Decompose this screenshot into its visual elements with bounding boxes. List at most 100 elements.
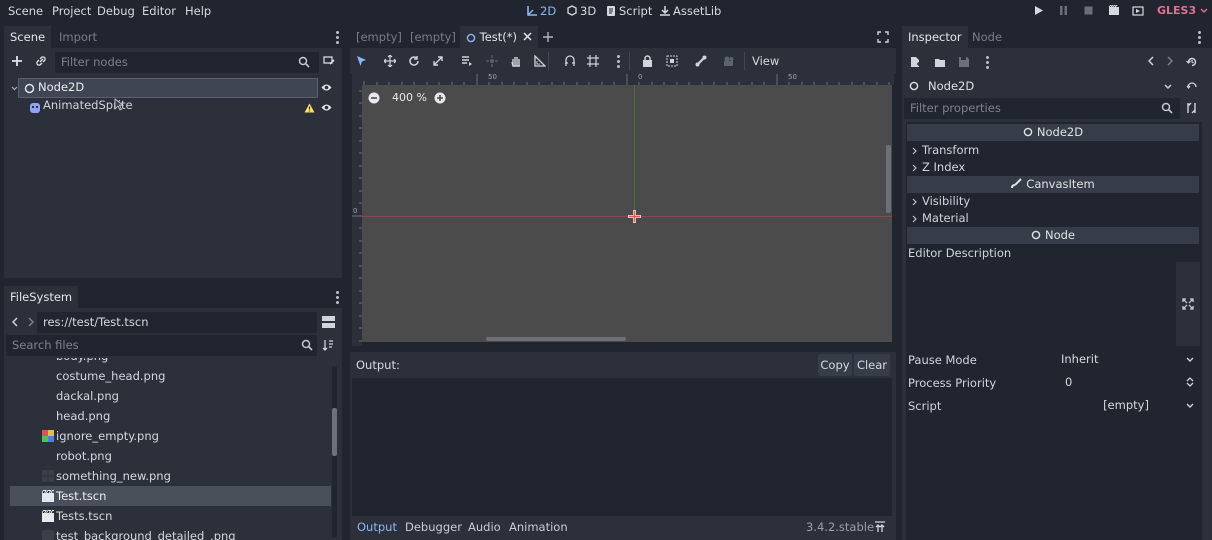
chevron-right-icon[interactable] <box>27 317 34 327</box>
file-row-something-new[interactable]: something_new.png <box>10 466 331 486</box>
move-tool-icon[interactable] <box>384 55 396 67</box>
node2d-origin-cross-icon[interactable] <box>628 210 641 223</box>
zoom-level[interactable]: 400 % <box>392 91 427 104</box>
group-material[interactable]: Material <box>908 211 1198 227</box>
link-icon[interactable] <box>35 55 47 67</box>
clear-button[interactable]: Clear <box>854 354 890 376</box>
chevron-down-icon[interactable] <box>11 86 18 91</box>
smart-snap-icon[interactable] <box>564 55 576 67</box>
select-tool-icon[interactable] <box>356 55 367 67</box>
search-files-input[interactable]: Search files <box>6 335 317 356</box>
visibility-eye-icon[interactable] <box>321 103 332 112</box>
file-row-tests-tscn[interactable]: Tests.tscn <box>10 506 331 526</box>
expand-icon[interactable] <box>1182 298 1194 310</box>
zoom-out-icon[interactable] <box>368 92 380 104</box>
group-visibility[interactable]: Visibility <box>908 194 1198 210</box>
group-zindex[interactable]: Z Index <box>908 160 1198 176</box>
lock-icon[interactable] <box>642 55 653 67</box>
bottom-tab-output[interactable]: Output <box>357 520 397 534</box>
mode-assetlib-button[interactable]: AssetLib <box>659 4 721 18</box>
camera-override-icon[interactable] <box>723 55 735 67</box>
scale-tool-icon[interactable] <box>432 55 444 67</box>
property-tools-icon[interactable] <box>1186 102 1198 114</box>
skeleton-icon[interactable] <box>695 55 707 67</box>
play-icon[interactable] <box>1033 5 1044 16</box>
split-view-icon[interactable] <box>322 316 335 328</box>
mode-3d-button[interactable]: 3D <box>566 4 596 18</box>
file-row-robot[interactable]: robot.png <box>10 446 331 466</box>
file-row-ignore-empty[interactable]: ignore_empty.png <box>10 426 331 446</box>
stepper-arrows-icon[interactable] <box>1186 376 1194 388</box>
file-row-costume-head[interactable]: costume_head.png <box>10 366 331 386</box>
new-resource-icon[interactable] <box>909 56 921 68</box>
scene-tab-empty-2[interactable]: [empty] <box>404 26 462 48</box>
section-node2d[interactable]: Node2D <box>907 124 1199 141</box>
rotate-tool-icon[interactable] <box>408 55 420 67</box>
tree-row-node2d[interactable]: Node2D <box>11 78 318 98</box>
bottom-tab-debugger[interactable]: Debugger <box>405 520 462 534</box>
filesystem-menu-icon[interactable] <box>336 291 339 306</box>
zoom-in-icon[interactable] <box>434 92 446 104</box>
pause-icon[interactable] <box>1058 5 1069 16</box>
mode-2d-button[interactable]: 2D <box>526 4 556 18</box>
object-history-icon[interactable] <box>1186 81 1198 93</box>
pan-tool-icon[interactable] <box>510 55 522 67</box>
add-node-icon[interactable] <box>11 55 23 67</box>
grid-snap-icon[interactable] <box>587 55 599 67</box>
tab-import[interactable]: Import <box>53 26 103 48</box>
filter-properties-input[interactable]: Filter properties <box>904 98 1180 119</box>
file-row-test-tscn[interactable]: Test.tscn <box>10 486 331 506</box>
mode-script-button[interactable]: Script <box>605 4 652 18</box>
tab-inspector[interactable]: Inspector <box>902 26 968 48</box>
scene-dock-menu-icon[interactable] <box>336 31 339 46</box>
chevron-left-icon[interactable] <box>12 317 19 327</box>
warning-icon[interactable] <box>304 103 315 113</box>
pin-bottom-panel-icon[interactable] <box>874 521 886 533</box>
file-row-head[interactable]: head.png <box>10 406 331 426</box>
scrollbar-grabber[interactable] <box>332 408 337 456</box>
tree-row-animatedsprite[interactable]: AnimatedSprite <box>26 98 306 118</box>
editor-description-field[interactable] <box>1176 262 1200 346</box>
resource-menu-icon[interactable] <box>986 56 989 71</box>
filesystem-path-field[interactable]: res://test/Test.tscn <box>37 312 317 333</box>
section-canvasitem[interactable]: CanvasItem <box>907 176 1199 193</box>
view-menu-button[interactable]: View <box>752 54 779 68</box>
menu-help[interactable]: Help <box>185 4 211 18</box>
save-icon[interactable] <box>958 56 970 68</box>
tab-node[interactable]: Node <box>966 26 1008 48</box>
menu-scene[interactable]: Scene <box>8 4 43 18</box>
scene-filter-input[interactable]: Filter nodes <box>55 52 319 73</box>
filesystem-scrollbar[interactable] <box>332 366 337 538</box>
group-icon[interactable] <box>666 55 678 67</box>
file-row-test-background[interactable]: test_background_detailed_.png <box>10 526 331 540</box>
bottom-tab-audio[interactable]: Audio <box>468 520 501 534</box>
scene-tab-test[interactable]: Test(*) <box>460 26 538 48</box>
ruler-tool-icon[interactable] <box>534 55 546 67</box>
visibility-eye-icon[interactable] <box>321 83 332 92</box>
renderer-selector[interactable]: GLES3 <box>1157 4 1208 17</box>
list-select-icon[interactable] <box>461 55 473 67</box>
pause-mode-dropdown[interactable]: Inherit <box>1053 349 1199 369</box>
copy-button[interactable]: Copy <box>818 354 852 376</box>
script-resource-picker[interactable]: [empty] <box>1053 395 1199 415</box>
play-scene-icon[interactable] <box>1108 5 1120 16</box>
chevron-left-icon[interactable] <box>1148 56 1155 66</box>
menu-project[interactable]: Project <box>52 4 91 18</box>
object-selector[interactable]: Node2D <box>906 76 1180 96</box>
history-icon[interactable] <box>1186 56 1198 68</box>
inspector-menu-icon[interactable] <box>1198 31 1201 46</box>
stop-icon[interactable] <box>1083 5 1094 16</box>
process-priority-spinbox[interactable]: 0 <box>1053 372 1199 392</box>
pivot-tool-icon[interactable] <box>486 55 498 67</box>
output-log-area[interactable] <box>352 378 892 516</box>
distraction-free-icon[interactable] <box>877 31 889 43</box>
add-scene-tab-icon[interactable] <box>542 31 554 43</box>
section-node[interactable]: Node <box>907 227 1199 244</box>
file-row-dackal[interactable]: dackal.png <box>10 386 331 406</box>
menu-debug[interactable]: Debug <box>97 4 135 18</box>
menu-editor[interactable]: Editor <box>142 4 176 18</box>
scene-tree-script-icon[interactable] <box>323 55 335 67</box>
group-transform[interactable]: Transform <box>908 143 1198 159</box>
sort-icon[interactable] <box>322 339 334 351</box>
open-folder-icon[interactable] <box>934 56 946 68</box>
